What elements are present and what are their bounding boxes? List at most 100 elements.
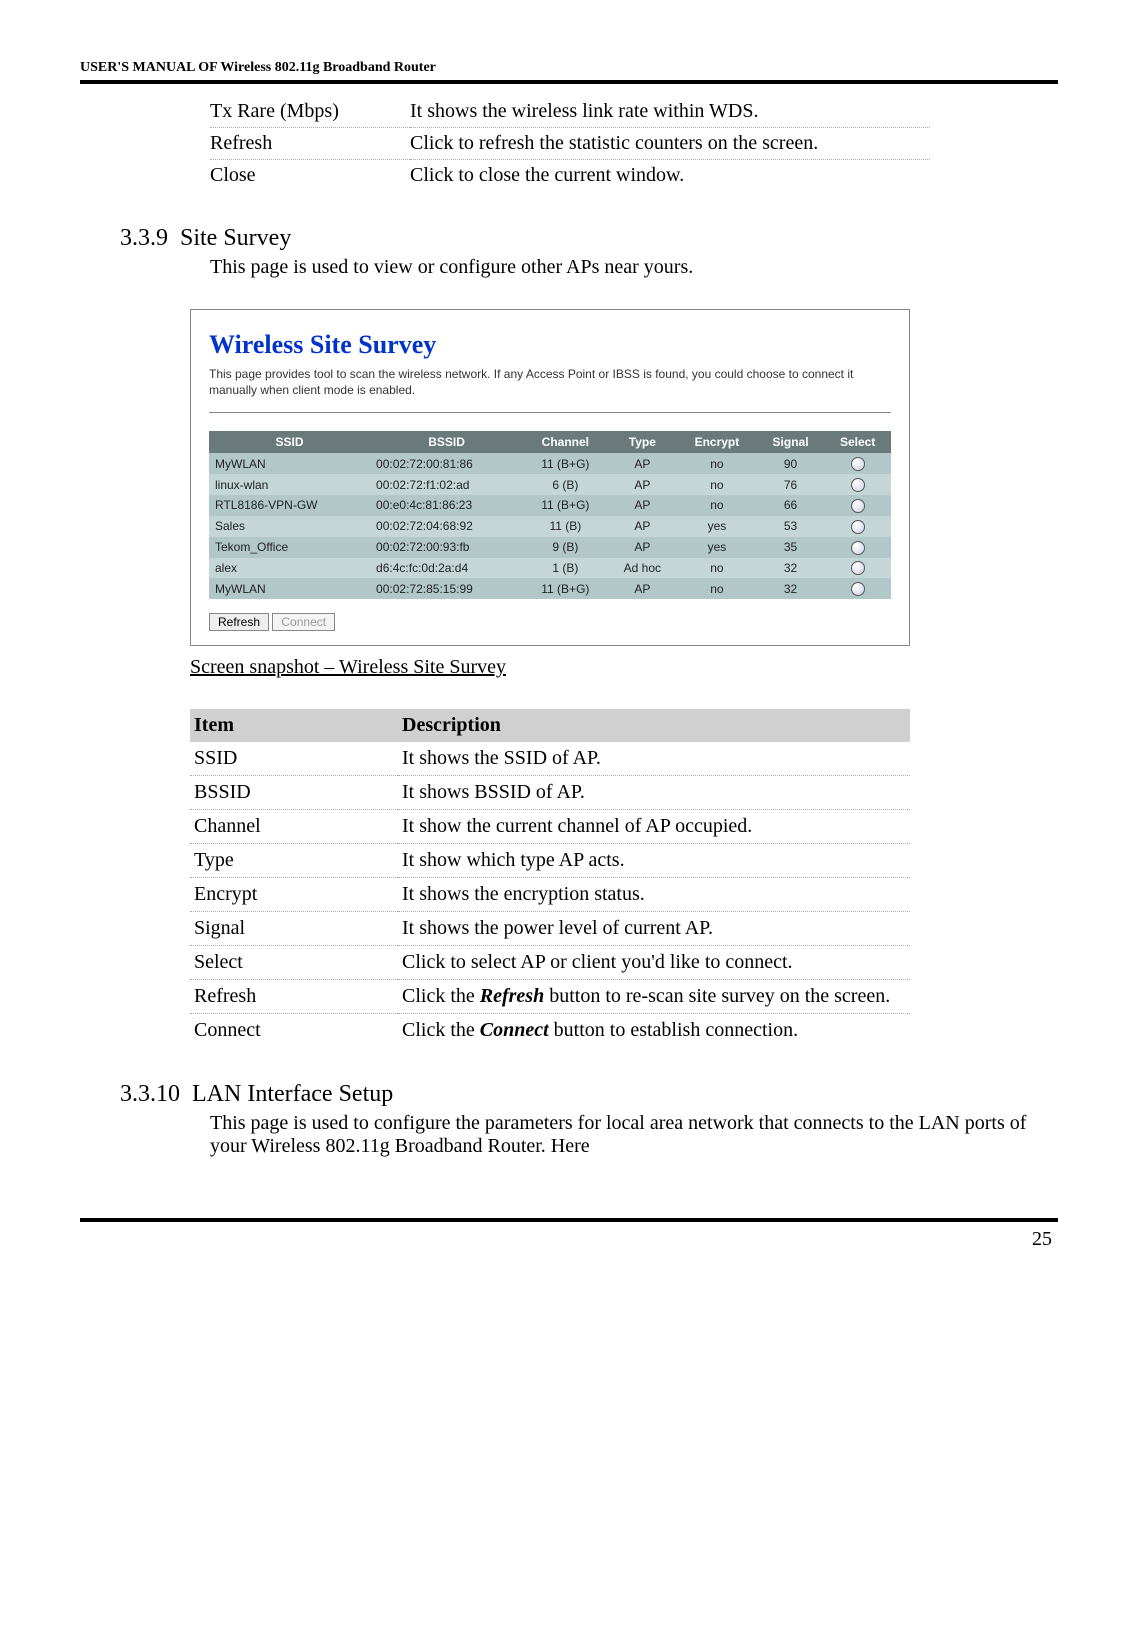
- def-key: Refresh: [210, 128, 410, 160]
- table-row: EncryptIt shows the encryption status.: [190, 878, 910, 912]
- survey-cell: no: [677, 474, 757, 495]
- desc-key: BSSID: [190, 776, 398, 810]
- table-row: Tx Rare (Mbps)It shows the wireless link…: [210, 96, 930, 128]
- table-row: ConnectClick the Connect button to estab…: [190, 1014, 910, 1048]
- survey-cell: Ad hoc: [608, 558, 677, 579]
- desc-value: It shows BSSID of AP.: [398, 776, 910, 810]
- survey-cell: 00:02:72:00:81:86: [370, 453, 523, 474]
- select-radio[interactable]: [851, 541, 865, 555]
- page-number: 25: [80, 1228, 1058, 1251]
- desc-value: It shows the SSID of AP.: [398, 742, 910, 776]
- survey-select-cell: [824, 578, 891, 599]
- survey-cell: yes: [677, 537, 757, 558]
- survey-select-cell: [824, 474, 891, 495]
- desc-key: Signal: [190, 912, 398, 946]
- desc-value: Click the Connect button to establish co…: [398, 1014, 910, 1048]
- desc-value: It show which type AP acts.: [398, 844, 910, 878]
- desc-value: Click the Refresh button to re-scan site…: [398, 980, 910, 1014]
- survey-cell: 11 (B+G): [523, 578, 608, 599]
- table-row: SSIDIt shows the SSID of AP.: [190, 742, 910, 776]
- table-row: RefreshClick to refresh the statistic co…: [210, 128, 930, 160]
- survey-cell: 32: [757, 558, 825, 579]
- survey-row: Tekom_Office00:02:72:00:93:fb9 (B)APyes3…: [209, 537, 891, 558]
- survey-cell: AP: [608, 516, 677, 537]
- survey-cell: AP: [608, 453, 677, 474]
- def-key: Tx Rare (Mbps): [210, 96, 410, 128]
- desc-key: Refresh: [190, 980, 398, 1014]
- survey-cell: d6:4c:fc:0d:2a:d4: [370, 558, 523, 579]
- survey-cell: yes: [677, 516, 757, 537]
- desc-header-desc: Description: [398, 709, 910, 742]
- select-radio[interactable]: [851, 478, 865, 492]
- connect-button[interactable]: Connect: [272, 613, 335, 631]
- survey-col-header: Encrypt: [677, 431, 757, 453]
- survey-results-table: SSIDBSSIDChannelTypeEncryptSignalSelect …: [209, 431, 891, 599]
- survey-cell: 11 (B): [523, 516, 608, 537]
- footer-rule: [80, 1218, 1058, 1222]
- survey-cell: 76: [757, 474, 825, 495]
- inline-bold-italic: Refresh: [480, 985, 544, 1007]
- page-header: USER'S MANUAL OF Wireless 802.11g Broadb…: [80, 60, 1058, 84]
- survey-row: linux-wlan00:02:72:f1:02:ad6 (B)APno76: [209, 474, 891, 495]
- desc-value: It shows the power level of current AP.: [398, 912, 910, 946]
- survey-row: MyWLAN00:02:72:85:15:9911 (B+G)APno32: [209, 578, 891, 599]
- top-defs-table: Tx Rare (Mbps)It shows the wireless link…: [210, 96, 930, 191]
- survey-cell: linux-wlan: [209, 474, 370, 495]
- survey-cell: 35: [757, 537, 825, 558]
- select-radio[interactable]: [851, 520, 865, 534]
- survey-cell: 9 (B): [523, 537, 608, 558]
- desc-key: Channel: [190, 810, 398, 844]
- survey-col-header: SSID: [209, 431, 370, 453]
- section-lan-body: This page is used to configure the param…: [210, 1112, 1058, 1158]
- survey-cell: 00:e0:4c:81:86:23: [370, 495, 523, 516]
- inline-bold-italic: Connect: [480, 1019, 549, 1041]
- select-radio[interactable]: [851, 457, 865, 471]
- section-site-survey-heading: 3.3.9 Site Survey: [120, 225, 1058, 252]
- survey-cell: 32: [757, 578, 825, 599]
- table-row: TypeIt show which type AP acts.: [190, 844, 910, 878]
- survey-cell: 00:02:72:00:93:fb: [370, 537, 523, 558]
- select-radio[interactable]: [851, 561, 865, 575]
- def-value: Click to close the current window.: [410, 160, 930, 192]
- section-site-survey-intro: This page is used to view or configure o…: [210, 256, 1058, 279]
- survey-select-cell: [824, 453, 891, 474]
- survey-cell: AP: [608, 537, 677, 558]
- survey-cell: 00:02:72:f1:02:ad: [370, 474, 523, 495]
- survey-row: RTL8186-VPN-GW00:e0:4c:81:86:2311 (B+G)A…: [209, 495, 891, 516]
- wireless-site-survey-panel: Wireless Site Survey This page provides …: [190, 309, 910, 646]
- survey-button-row: Refresh Connect: [209, 613, 891, 631]
- survey-cell: AP: [608, 495, 677, 516]
- survey-cell: 66: [757, 495, 825, 516]
- desc-value: It shows the encryption status.: [398, 878, 910, 912]
- desc-key: SSID: [190, 742, 398, 776]
- survey-row: Sales00:02:72:04:68:9211 (B)APyes53: [209, 516, 891, 537]
- survey-row: MyWLAN00:02:72:00:81:8611 (B+G)APno90: [209, 453, 891, 474]
- table-row: BSSIDIt shows BSSID of AP.: [190, 776, 910, 810]
- survey-cell: no: [677, 578, 757, 599]
- survey-cell: MyWLAN: [209, 453, 370, 474]
- select-radio[interactable]: [851, 582, 865, 596]
- survey-cell: 90: [757, 453, 825, 474]
- table-row: SelectClick to select AP or client you'd…: [190, 946, 910, 980]
- survey-cell: alex: [209, 558, 370, 579]
- survey-col-header: Channel: [523, 431, 608, 453]
- desc-value: It show the current channel of AP occupi…: [398, 810, 910, 844]
- select-radio[interactable]: [851, 499, 865, 513]
- survey-select-cell: [824, 495, 891, 516]
- survey-cell: 00:02:72:04:68:92: [370, 516, 523, 537]
- survey-cell: AP: [608, 474, 677, 495]
- survey-cell: RTL8186-VPN-GW: [209, 495, 370, 516]
- desc-header-item: Item: [190, 709, 398, 742]
- survey-col-header: Select: [824, 431, 891, 453]
- survey-cell: AP: [608, 578, 677, 599]
- desc-key: Type: [190, 844, 398, 878]
- desc-value: Click to select AP or client you'd like …: [398, 946, 910, 980]
- table-row: RefreshClick the Refresh button to re-sc…: [190, 980, 910, 1014]
- desc-key: Encrypt: [190, 878, 398, 912]
- section-lan-heading: 3.3.10 LAN Interface Setup: [120, 1081, 1058, 1108]
- survey-cell: 6 (B): [523, 474, 608, 495]
- refresh-button[interactable]: Refresh: [209, 613, 269, 631]
- survey-cell: MyWLAN: [209, 578, 370, 599]
- survey-panel-desc: This page provides tool to scan the wire…: [209, 366, 891, 413]
- survey-cell: 53: [757, 516, 825, 537]
